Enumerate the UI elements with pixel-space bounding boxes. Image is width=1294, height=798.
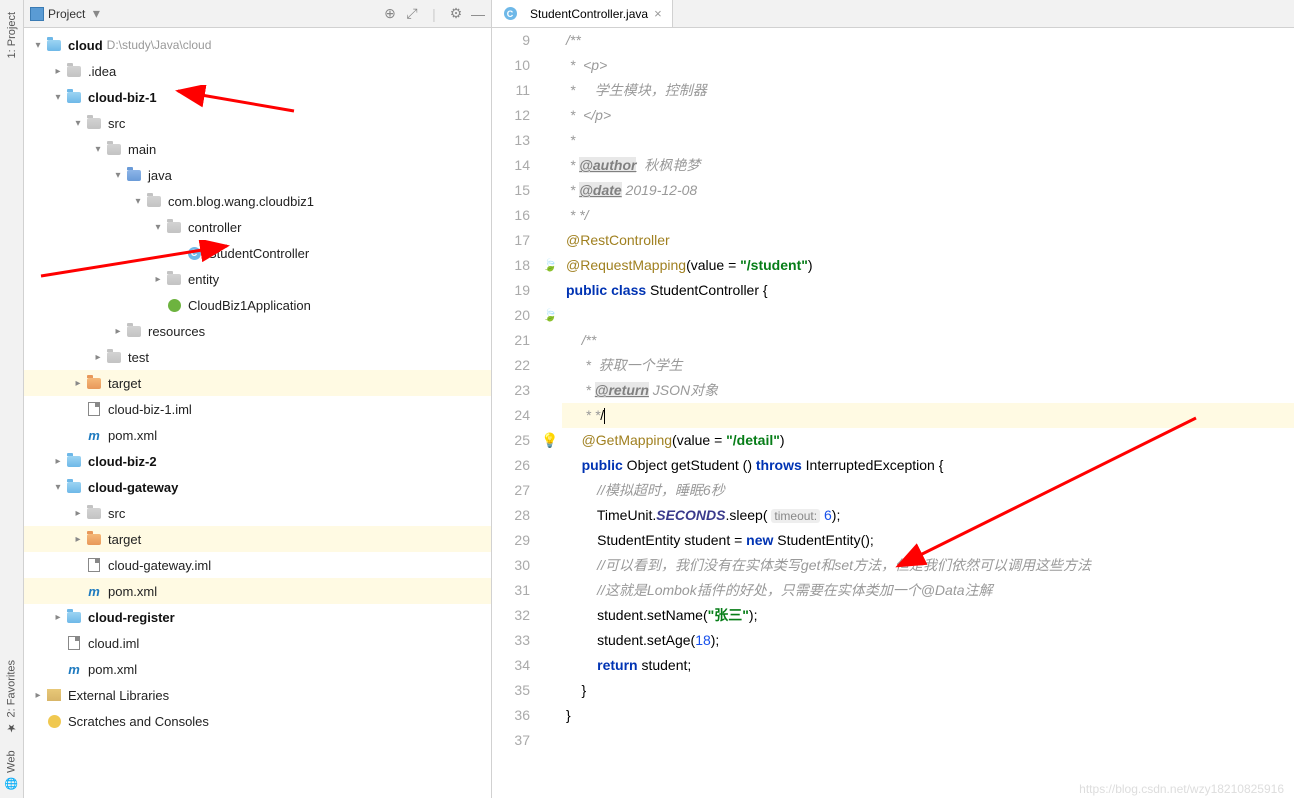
tree-biz2[interactable]: cloud-biz-2 <box>24 448 491 474</box>
tree-gw-pom[interactable]: mpom.xml <box>24 578 491 604</box>
gear-icon[interactable]: ⚙ <box>449 7 463 21</box>
tree-target[interactable]: target <box>24 370 491 396</box>
tree-pom1[interactable]: mpom.xml <box>24 422 491 448</box>
editor-tabs: C StudentController.java × <box>492 0 1294 28</box>
tab-label: StudentController.java <box>530 7 648 21</box>
code-lines[interactable]: /** * <p> * 学生模块，控制器 * </p> * * @author … <box>562 28 1294 798</box>
project-tree: cloudD:\study\Java\cloud .idea cloud-biz… <box>24 28 491 798</box>
sidebar-header: Project ▾ ⊕ ⤢ | ⚙ — <box>24 0 491 28</box>
tree-root[interactable]: cloudD:\study\Java\cloud <box>24 32 491 58</box>
project-label[interactable]: Project <box>48 7 85 21</box>
editor-pane: C StudentController.java × 9101112131415… <box>492 0 1294 798</box>
close-icon[interactable]: × <box>654 6 662 21</box>
tree-idea[interactable]: .idea <box>24 58 491 84</box>
watermark: https://blog.csdn.net/wzy18210825916 <box>1079 782 1284 796</box>
code-editor[interactable]: 9101112131415161718192021222324252627282… <box>492 28 1294 798</box>
tree-main[interactable]: main <box>24 136 491 162</box>
tree-biz1[interactable]: cloud-biz-1 <box>24 84 491 110</box>
gutter-icons: 🍃🍃💡 <box>538 28 562 798</box>
tree-app[interactable]: CloudBiz1Application <box>24 292 491 318</box>
tree-gw-iml[interactable]: cloud-gateway.iml <box>24 552 491 578</box>
expand-icon[interactable]: ⤢ <box>405 7 419 21</box>
tree-gateway[interactable]: cloud-gateway <box>24 474 491 500</box>
rail-web[interactable]: 🌐 Web <box>3 742 20 798</box>
line-numbers: 9101112131415161718192021222324252627282… <box>492 28 538 798</box>
project-sidebar: Project ▾ ⊕ ⤢ | ⚙ — cloudD:\study\Java\c… <box>24 0 492 798</box>
tree-src[interactable]: src <box>24 110 491 136</box>
target-icon[interactable]: ⊕ <box>383 7 397 21</box>
tree-extlib[interactable]: External Libraries <box>24 682 491 708</box>
tree-scratches[interactable]: Scratches and Consoles <box>24 708 491 734</box>
tree-register[interactable]: cloud-register <box>24 604 491 630</box>
tool-rail: 1: Project ★ 2: Favorites 🌐 Web <box>0 0 24 798</box>
tree-cloud-iml[interactable]: cloud.iml <box>24 630 491 656</box>
tree-resources[interactable]: resources <box>24 318 491 344</box>
tree-gw-src[interactable]: src <box>24 500 491 526</box>
tree-studentcontroller[interactable]: CStudentController <box>24 240 491 266</box>
tree-test[interactable]: test <box>24 344 491 370</box>
tree-entity[interactable]: entity <box>24 266 491 292</box>
tree-root-pom[interactable]: mpom.xml <box>24 656 491 682</box>
tree-java[interactable]: java <box>24 162 491 188</box>
chevron-down-icon[interactable]: ▾ <box>89 7 103 21</box>
tree-pkg[interactable]: com.blog.wang.cloudbiz1 <box>24 188 491 214</box>
tree-gw-target[interactable]: target <box>24 526 491 552</box>
rail-project[interactable]: 1: Project <box>4 4 20 66</box>
tab-studentcontroller[interactable]: C StudentController.java × <box>492 0 673 27</box>
tree-controller[interactable]: controller <box>24 214 491 240</box>
project-icon <box>30 7 44 21</box>
rail-favorites[interactable]: ★ 2: Favorites <box>3 652 20 742</box>
minimize-icon[interactable]: — <box>471 7 485 21</box>
tree-biz1-iml[interactable]: cloud-biz-1.iml <box>24 396 491 422</box>
